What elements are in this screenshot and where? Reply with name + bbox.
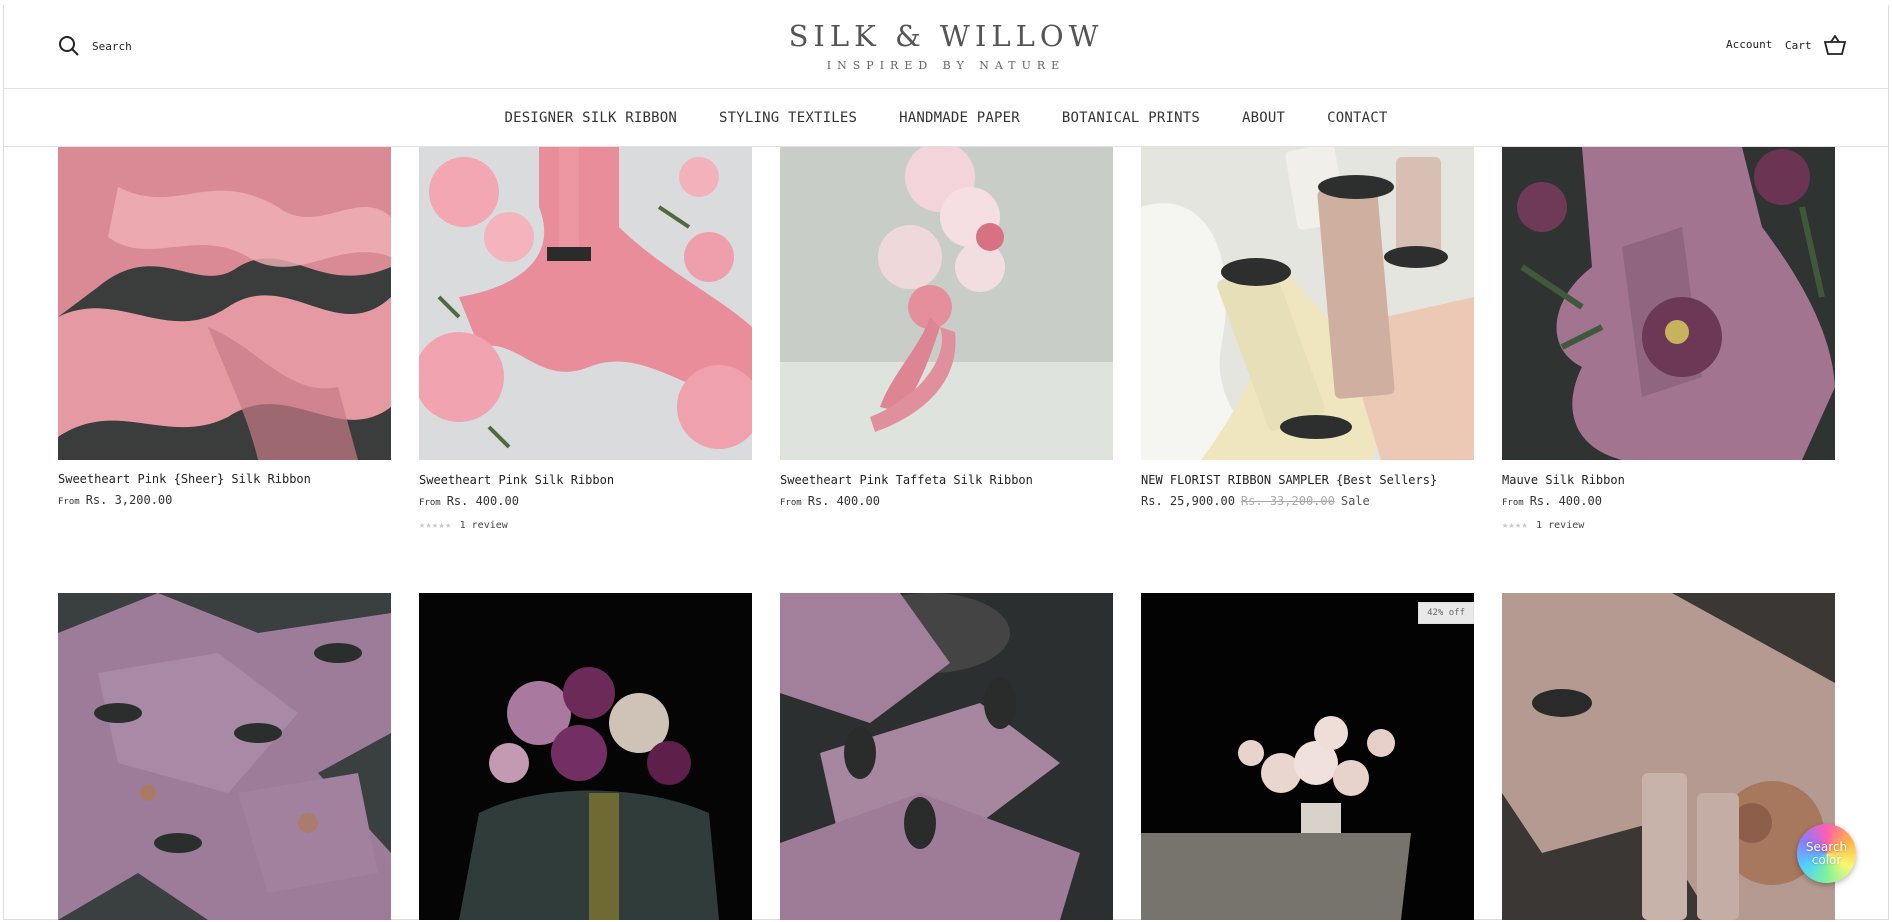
product-image-sweetheart-pink-taffeta[interactable] [780,147,1113,460]
product-title[interactable]: Sweetheart Pink Taffeta Silk Ribbon [780,473,1033,487]
product-title[interactable]: Mauve Silk Ribbon [1502,473,1625,487]
account-link[interactable]: Account [1726,38,1772,51]
review-count: 1 review [459,520,508,531]
nav-contact[interactable]: CONTACT [1327,110,1387,126]
cart-button[interactable]: Cart [1785,35,1846,55]
search-color-label: Search color [1805,839,1848,867]
price-value: Rs. 400.00 [1529,494,1602,508]
price-value: Rs. 400.00 [446,494,519,508]
product-image[interactable] [780,593,1113,920]
logo-title: SILK & WILLOW [788,19,1104,53]
basket-icon [1823,35,1846,55]
compare-at-price: Rs. 33,200.00 [1240,494,1335,508]
nav-botanical-prints[interactable]: BOTANICAL PRINTS [1062,110,1200,126]
nav-styling-textiles[interactable]: STYLING TEXTILES [719,110,857,126]
product-price: From Rs. 400.00 [419,494,519,508]
discount-badge: 42% off [1418,602,1474,624]
nav-designer-silk-ribbon[interactable]: DESIGNER SILK RIBBON [504,110,677,126]
product-price: From Rs. 3,200.00 [58,493,172,507]
price-from-label: From [58,497,80,507]
price-value: Rs. 3,200.00 [85,493,173,507]
site-header: Search SILK & WILLOW INSPIRED BY NATURE … [4,5,1888,89]
search-color-widget[interactable]: Search color [1797,824,1856,883]
review-count: 1 review [1536,520,1585,531]
product-image[interactable]: 42% off [1141,593,1474,920]
product-title[interactable]: Sweetheart Pink {Sheer} Silk Ribbon [58,472,311,486]
product-price: From Rs. 400.00 [780,494,880,508]
product-price: Rs. 25,900.00 Rs. 33,200.00 Sale [1141,494,1370,508]
nav-about[interactable]: ABOUT [1242,110,1285,126]
nav-handmade-paper[interactable]: HANDMADE PAPER [899,110,1020,126]
site-logo[interactable]: SILK & WILLOW INSPIRED BY NATURE [4,19,1888,72]
product-image[interactable] [1502,593,1835,920]
logo-tagline: INSPIRED BY NATURE [826,59,1066,72]
product-image[interactable] [419,593,752,920]
price-value: Rs. 400.00 [807,494,880,508]
product-image-florist-ribbon-sampler[interactable] [1141,147,1474,460]
cart-label: Cart [1785,38,1812,52]
rating-stars: ★★★★★ [419,520,452,531]
product-image-mauve-silk-ribbon[interactable] [1502,147,1835,460]
product-rating[interactable]: ★★★★ 1 review [1502,520,1584,531]
product-rating[interactable]: ★★★★★ 1 review [419,520,508,531]
product-price: From Rs. 400.00 [1502,494,1602,508]
product-image-sweetheart-pink[interactable] [419,147,752,460]
price-from-label: From [1502,498,1524,508]
product-title[interactable]: Sweetheart Pink Silk Ribbon [419,473,614,487]
price-from-label: From [419,498,441,508]
product-image[interactable] [58,593,391,920]
rating-stars: ★★★★ [1502,520,1529,531]
main-navigation: DESIGNER SILK RIBBON STYLING TEXTILES HA… [4,89,1888,147]
price-value: Rs. 25,900.00 [1141,494,1235,508]
price-from-label: From [780,498,802,508]
product-title[interactable]: NEW FLORIST RIBBON SAMPLER {Best Sellers… [1141,473,1437,487]
product-image-sweetheart-pink-sheer[interactable] [58,147,391,460]
sale-label: Sale [1340,494,1370,508]
